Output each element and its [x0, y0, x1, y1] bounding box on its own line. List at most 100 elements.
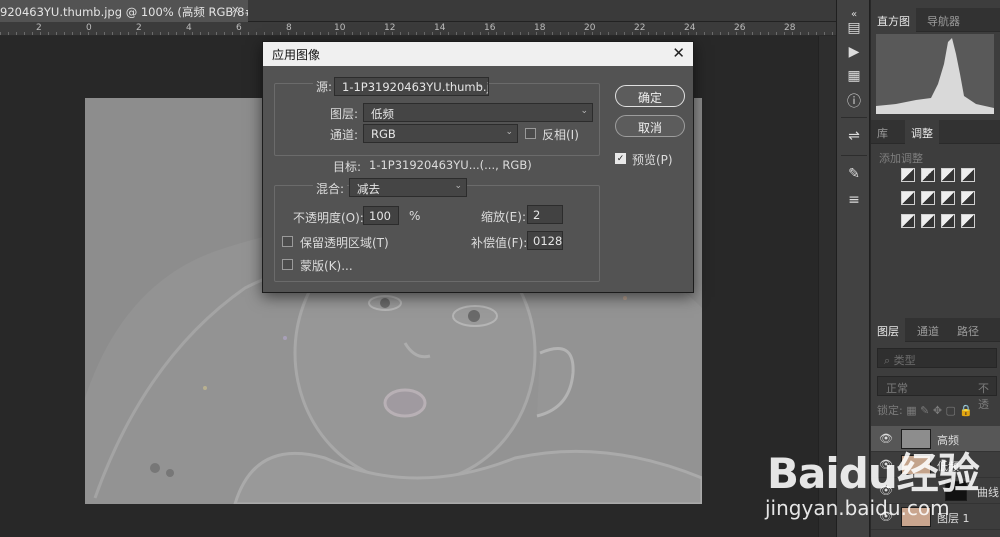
blending-label: 混合:	[313, 180, 348, 197]
scale-label: 缩放(E):	[481, 210, 526, 224]
layer-select[interactable]: 低频 ⌄	[363, 103, 593, 122]
tab-adjustments[interactable]: 调整	[905, 120, 939, 144]
layer-blend-mode-select[interactable]: 正常 不透	[877, 376, 997, 411]
ruler-tick: 12	[384, 23, 396, 33]
scale-value: 2	[533, 208, 541, 222]
hue-saturation-icon[interactable]	[921, 191, 935, 205]
levels-icon[interactable]	[921, 168, 935, 182]
history-icon[interactable]: ▤	[844, 18, 864, 38]
preserve-transparency-label: 保留透明区域(T)	[300, 236, 389, 250]
lock-label: 锁定:	[877, 404, 903, 417]
color-balance-icon[interactable]	[941, 191, 955, 205]
invert-adjust-icon[interactable]	[901, 214, 915, 228]
ruler-tick: 6	[236, 23, 242, 33]
preview-checkbox[interactable]: ✓	[615, 153, 626, 164]
ruler-tick: 2	[36, 23, 42, 33]
close-tab-icon[interactable]: ×	[231, 3, 240, 16]
ruler-tick: 14	[434, 23, 446, 33]
tab-layers[interactable]: 图层	[871, 318, 905, 342]
layer-filter-value: 类型	[893, 354, 916, 367]
document-tab[interactable]: 920463YU.thumb.jpg @ 100% (高频 RGB/8#) * …	[0, 0, 248, 22]
channel-select[interactable]: RGB ⌄	[363, 124, 518, 143]
brush-icon[interactable]: ✎	[844, 164, 864, 184]
histogram-panel-tabs: 直方图 导航器	[871, 8, 1000, 32]
brightness-icon[interactable]	[901, 168, 915, 182]
ruler-tick: 18	[534, 23, 546, 33]
lock-row: 锁定: ▦ ✎ ✥ ▢ 🔒	[877, 402, 999, 418]
properties-icon[interactable]: ▦	[844, 66, 864, 86]
histogram-graph	[876, 34, 994, 114]
mask-checkbox[interactable]	[282, 259, 293, 270]
apply-image-dialog: 应用图像 ✕ 源: 1-1P31920463YU.thumb.j... ⌄ 图层:…	[262, 41, 694, 293]
tab-navigator[interactable]: 导航器	[921, 8, 966, 32]
target-value: 1-1P31920463YU...(..., RGB)	[369, 158, 532, 172]
ruler-tick: 4	[186, 23, 192, 33]
ruler-tick: 24	[684, 23, 696, 33]
layer-label: 图层:	[330, 107, 359, 121]
posterize-icon[interactable]	[921, 214, 935, 228]
ruler-tick: 8	[286, 23, 292, 33]
source-value: 1-1P31920463YU.thumb.j...	[342, 80, 489, 94]
tab-libraries[interactable]: 库	[871, 120, 894, 144]
cancel-button[interactable]: 取消	[615, 115, 685, 137]
opacity-unit: %	[409, 209, 421, 223]
toolstrip-divider	[841, 117, 867, 118]
offset-value: 0128	[533, 234, 563, 248]
blending-value: 减去	[357, 182, 380, 196]
black-white-icon[interactable]	[961, 191, 975, 205]
search-icon: ⌕	[884, 354, 894, 367]
chevron-down-icon: ⌄	[454, 181, 462, 191]
tab-histogram[interactable]: 直方图	[871, 8, 916, 32]
layers-panel-tabs: 图层 通道 路径	[871, 318, 1000, 342]
layer-value: 低频	[371, 107, 394, 121]
ruler-tick: 10	[334, 23, 346, 33]
invert-checkbox[interactable]	[525, 128, 536, 139]
opacity-value: 100	[369, 209, 391, 223]
invert-label: 反相(I)	[542, 128, 579, 142]
watermark-url: jingyan.baidu.com	[765, 496, 950, 520]
tab-paths[interactable]: 路径	[951, 318, 985, 342]
blending-select[interactable]: 减去 ⌄	[349, 178, 467, 197]
watermark-brand: Baidu经验	[767, 449, 980, 498]
gradient-map-icon[interactable]	[961, 214, 975, 228]
adjustment-icons-grid	[901, 168, 997, 237]
info-icon[interactable]: ⓘ	[844, 91, 864, 111]
baidu-watermark: Baidu经验 jingyan.baidu.com	[757, 430, 997, 530]
threshold-icon[interactable]	[941, 214, 955, 228]
clone-source-icon[interactable]: ⇌	[844, 126, 864, 146]
blend-mode-value: 正常	[886, 382, 908, 395]
document-tab-title: 920463YU.thumb.jpg @ 100% (高频 RGB/8#) *	[0, 5, 248, 19]
adjustments-hint: 添加调整	[879, 152, 923, 165]
layer-filter-select[interactable]: ⌕ 类型	[877, 348, 997, 368]
brush-settings-icon[interactable]: ≡	[844, 190, 864, 210]
curves-icon[interactable]	[941, 168, 955, 182]
offset-input[interactable]: 0128	[527, 231, 563, 250]
opacity-input[interactable]: 100	[363, 206, 399, 225]
ruler-tick: 22	[634, 23, 646, 33]
tab-channels[interactable]: 通道	[911, 318, 945, 342]
source-label: 源:	[313, 78, 336, 95]
opacity-label: 不透明度(O):	[293, 211, 364, 225]
chevron-down-icon: ⌄	[476, 80, 484, 90]
mask-label: 蒙版(K)...	[300, 259, 353, 273]
source-select[interactable]: 1-1P31920463YU.thumb.j... ⌄	[334, 77, 489, 96]
channel-label: 通道:	[330, 128, 359, 142]
exposure-icon[interactable]	[961, 168, 975, 182]
scale-input[interactable]: 2	[527, 205, 563, 224]
target-label: 目标:	[333, 160, 362, 174]
adjustments-panel-tabs: 库 调整	[871, 120, 1000, 144]
ruler-tick: 28	[784, 23, 796, 33]
chevron-down-icon: ⌄	[580, 106, 588, 116]
channel-value: RGB	[371, 127, 396, 141]
ok-button[interactable]: 确定	[615, 85, 685, 107]
preview-label: 预览(P)	[632, 153, 673, 167]
ruler-tick: 26	[734, 23, 746, 33]
lock-icons[interactable]: ▦ ✎ ✥ ▢ 🔒	[906, 404, 973, 417]
vibrance-icon[interactable]	[901, 191, 915, 205]
close-icon[interactable]: ✕	[672, 44, 685, 62]
dialog-title: 应用图像	[272, 48, 321, 62]
horizontal-ruler: 2 0 2 4 6 8 10 12 14 16 18 20 22 24 26 2…	[0, 22, 836, 36]
preserve-transparency-checkbox[interactable]	[282, 236, 293, 247]
toolstrip-divider	[841, 155, 867, 156]
play-actions-icon[interactable]: ▶	[844, 42, 864, 62]
